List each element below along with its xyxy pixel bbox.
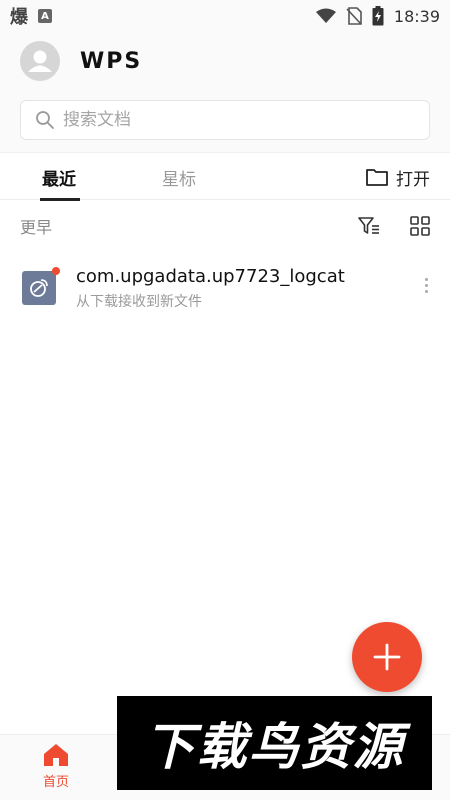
no-sim-icon <box>346 7 362 25</box>
watermark-text: 下载鸟资源 <box>144 718 405 776</box>
user-icon <box>28 50 52 72</box>
status-right: 18:39 <box>315 6 440 26</box>
plus-icon <box>373 643 401 671</box>
nav-home-label: 首页 <box>42 775 69 790</box>
search-input[interactable] <box>63 110 403 130</box>
tab-starred-label: 星标 <box>162 169 196 190</box>
more-vertical-icon[interactable] <box>425 278 428 293</box>
watermark-banner: 下载鸟资源 <box>117 696 432 790</box>
folder-icon <box>366 169 388 186</box>
filter-icon[interactable] <box>358 216 380 236</box>
open-button-label: 打开 <box>396 169 430 190</box>
tab-recent[interactable]: 最近 <box>40 153 80 201</box>
search-icon <box>36 111 54 129</box>
search-box[interactable] <box>20 100 430 140</box>
a-notification-icon: A <box>38 9 52 23</box>
status-bar: 爆 A 18:39 <box>0 0 450 32</box>
file-text: com.upgadata.up7723_logcat 从下载接收到新文件 <box>76 266 345 311</box>
file-type-icon <box>22 267 60 305</box>
open-button[interactable]: 打开 <box>366 153 430 201</box>
file-name: com.upgadata.up7723_logcat <box>76 265 345 287</box>
tab-recent-label: 最近 <box>42 169 76 190</box>
wifi-icon <box>315 8 336 23</box>
home-icon <box>44 744 68 766</box>
wps-logo: WPS <box>80 48 143 74</box>
unread-dot <box>52 267 60 275</box>
log-file-icon <box>30 279 48 297</box>
grid-view-icon[interactable] <box>410 216 430 236</box>
nav-home[interactable]: 首页 <box>30 743 82 790</box>
status-left: 爆 A <box>10 3 52 29</box>
file-subtitle: 从下载接收到新文件 <box>76 293 202 310</box>
section-tools <box>358 216 430 236</box>
notification-glyph: 爆 <box>10 7 28 28</box>
section-header: 更早 <box>0 200 450 252</box>
clock: 18:39 <box>393 6 440 26</box>
tab-starred[interactable]: 星标 <box>162 153 196 201</box>
battery-charging-icon <box>372 6 384 26</box>
tab-bar: 最近 星标 打开 <box>0 152 450 201</box>
avatar[interactable] <box>20 41 60 81</box>
search-area <box>0 90 450 152</box>
app-header: WPS <box>0 32 450 90</box>
section-title: 更早 <box>20 218 53 237</box>
add-button[interactable] <box>352 622 422 692</box>
file-list-item[interactable]: com.upgadata.up7723_logcat 从下载接收到新文件 <box>0 256 450 320</box>
